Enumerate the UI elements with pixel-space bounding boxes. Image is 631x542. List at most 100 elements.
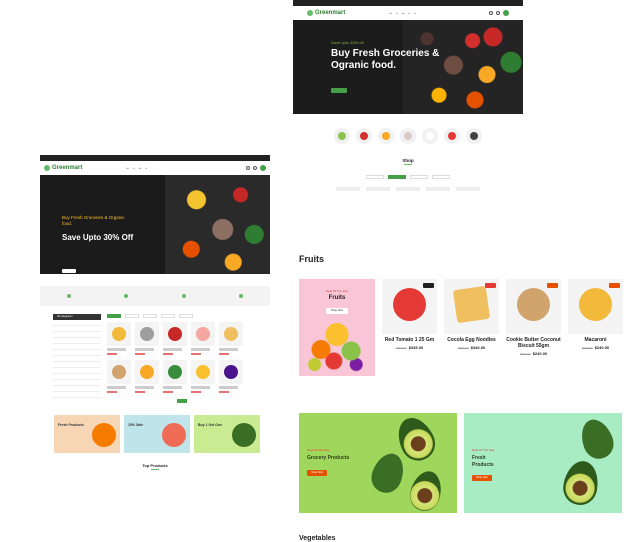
cart-icon[interactable] <box>503 10 509 16</box>
nav-item[interactable]: ▪▪▪ <box>402 12 405 15</box>
tab[interactable] <box>107 314 121 318</box>
fruits-deal-banner[interactable]: Deal Of The Day Fruits Shop Now <box>299 279 375 376</box>
promo-banner[interactable]: Buy 1 Get One <box>194 415 260 453</box>
product-price <box>107 353 117 355</box>
logo[interactable]: Greenmart <box>44 165 82 171</box>
nav-item[interactable]: ▪▪▪ <box>126 167 129 170</box>
product-price: $359.00 $340.00 <box>457 345 486 350</box>
header: Greenmart ▪▪▪ ▪▪ ▪▪▪ ▪▪ <box>40 161 270 175</box>
product-title <box>135 348 155 351</box>
logo[interactable]: Greenmart <box>307 10 345 16</box>
product-image <box>444 279 499 334</box>
product-title <box>191 386 211 389</box>
product-placeholder[interactable] <box>396 187 420 191</box>
product-name[interactable]: Cocola Egg Noodles <box>444 337 499 343</box>
category-item[interactable] <box>400 128 416 144</box>
nav-item[interactable]: ▪▪ <box>414 12 416 15</box>
tab[interactable] <box>410 175 428 179</box>
product-badge <box>423 283 434 288</box>
sidebar-item[interactable] <box>53 392 101 398</box>
product-placeholder[interactable] <box>366 187 390 191</box>
product-price: $359.00 $240.00 <box>581 345 610 350</box>
shop-now-button[interactable]: Shop Now <box>326 308 348 314</box>
product-placeholder[interactable] <box>456 187 480 191</box>
hero-title: Buy Fresh Groceries & Ogranic food. <box>331 48 440 71</box>
nav-item[interactable]: ▪▪ <box>145 167 147 170</box>
product-card[interactable]: Cocola Egg Noodles $359.00 $340.00 <box>444 279 499 379</box>
product-image <box>163 360 187 384</box>
category-item[interactable] <box>466 128 482 144</box>
avocado-half-image <box>560 458 602 508</box>
product-card[interactable] <box>191 322 215 355</box>
product-price <box>191 391 201 393</box>
load-more-button[interactable] <box>177 399 187 403</box>
product-price <box>219 353 229 355</box>
category-item[interactable] <box>444 128 460 144</box>
shop-now-button[interactable]: Shop Now <box>307 470 327 476</box>
category-item[interactable] <box>422 128 438 144</box>
product-tabs <box>107 314 257 318</box>
promo-banner[interactable]: 15% Sale <box>124 415 190 453</box>
product-price: $359.00 $240.00 <box>519 351 548 356</box>
product-placeholder[interactable] <box>426 187 450 191</box>
promo-title: Buy 1 Get One <box>198 423 223 427</box>
leaf-icon <box>124 294 129 298</box>
product-card[interactable] <box>163 322 187 355</box>
feature-item <box>66 294 71 298</box>
product-card[interactable] <box>219 322 243 355</box>
main-nav: ▪▪▪ ▪▪ ▪▪▪ ▪▪ ▪▪ <box>389 12 416 15</box>
cart-icon[interactable] <box>260 165 266 171</box>
nav-item[interactable]: ▪▪ <box>396 12 398 15</box>
tab[interactable] <box>366 175 384 179</box>
product-card[interactable] <box>135 360 159 393</box>
features-strip <box>40 286 270 306</box>
category-item[interactable] <box>378 128 394 144</box>
support-icon <box>239 294 244 298</box>
product-placeholder[interactable] <box>336 187 360 191</box>
product-card[interactable]: Red Tomato 1 25 Gm $359.00 $335.00 <box>382 279 437 379</box>
search-icon[interactable] <box>489 11 493 15</box>
tab[interactable] <box>179 314 193 318</box>
brand-name: Greenmart <box>52 165 83 171</box>
tab[interactable] <box>161 314 175 318</box>
search-icon[interactable] <box>246 166 250 170</box>
product-price <box>163 391 173 393</box>
user-icon[interactable] <box>253 166 257 170</box>
category-item[interactable] <box>356 128 372 144</box>
product-name[interactable]: Macaroni <box>568 337 623 343</box>
hero-shop-button[interactable] <box>331 88 347 93</box>
promo-banner[interactable]: Fresh Products <box>54 415 120 453</box>
tab[interactable] <box>388 175 406 179</box>
product-price <box>191 353 201 355</box>
product-card[interactable] <box>135 322 159 355</box>
product-card[interactable]: Macaroni $359.00 $240.00 <box>568 279 623 379</box>
category-item[interactable] <box>334 128 350 144</box>
nav-item[interactable]: ▪▪ <box>408 12 410 15</box>
product-name[interactable]: Red Tomato 1 25 Gm <box>382 337 437 343</box>
nav-item[interactable]: ▪▪ <box>133 167 135 170</box>
nav-item[interactable]: ▪▪▪ <box>389 12 392 15</box>
product-image <box>219 322 243 346</box>
user-icon[interactable] <box>496 11 500 15</box>
hero-shop-button[interactable] <box>62 269 76 273</box>
product-card[interactable] <box>219 360 243 393</box>
nav-item[interactable]: ▪▪▪ <box>139 167 142 170</box>
product-area <box>107 314 257 403</box>
hero-food-image <box>165 175 270 274</box>
product-card[interactable]: Cookie Butter Coconut Biscuit 55gm $359.… <box>506 279 561 379</box>
promo-image <box>162 423 186 447</box>
product-badge <box>609 283 620 288</box>
section-title: Top Products <box>142 463 168 468</box>
product-card[interactable] <box>163 360 187 393</box>
product-image <box>163 322 187 346</box>
shop-now-button[interactable]: Shop Now <box>472 475 492 481</box>
product-name[interactable]: Cookie Butter Coconut Biscuit 55gm <box>506 337 561 349</box>
grocery-promo-banner[interactable]: Deal Of The Day Grocery Products Shop No… <box>299 413 457 513</box>
tab[interactable] <box>432 175 450 179</box>
tab[interactable] <box>143 314 157 318</box>
fresh-promo-banner[interactable]: Deal Of The Day Fresh Products Shop Now <box>464 413 622 513</box>
product-card[interactable] <box>191 360 215 393</box>
product-card[interactable] <box>107 322 131 355</box>
product-card[interactable] <box>107 360 131 393</box>
tab[interactable] <box>125 314 139 318</box>
